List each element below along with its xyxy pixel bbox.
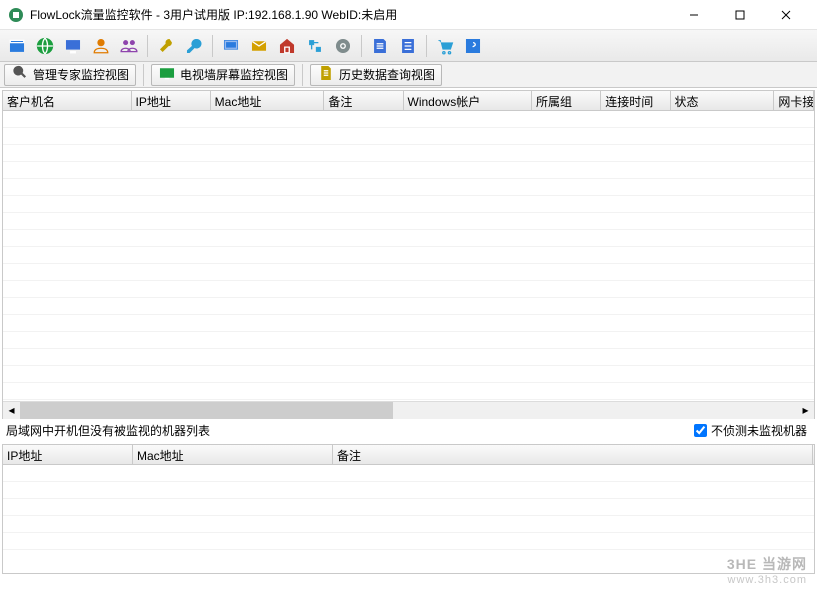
- lower-table: IP地址Mac地址备注: [2, 444, 815, 574]
- main-table-header: 客户机名IP地址Mac地址备注Windows帐户所属组连接时间状态网卡接: [3, 91, 814, 111]
- view-button-2[interactable]: 历史数据查询视图: [310, 64, 442, 86]
- close-button[interactable]: [763, 0, 809, 30]
- column-header[interactable]: Mac地址: [211, 91, 325, 110]
- table-row[interactable]: [3, 128, 814, 145]
- table-row[interactable]: [3, 499, 814, 516]
- column-header[interactable]: 备注: [324, 91, 403, 110]
- main-table: 客户机名IP地址Mac地址备注Windows帐户所属组连接时间状态网卡接 ◂ ▸: [2, 90, 815, 419]
- column-header[interactable]: 连接时间: [601, 91, 670, 110]
- table-row[interactable]: [3, 111, 814, 128]
- no-detect-checkbox-label: 不侦测未监视机器: [711, 422, 807, 439]
- titlebar: FlowLock流量监控软件 - 3用户试用版 IP:192.168.1.90 …: [0, 0, 817, 30]
- table-row[interactable]: [3, 247, 814, 264]
- no-detect-checkbox-input[interactable]: [694, 424, 707, 437]
- view-toolbar: 管理专家监控视图 电视墙屏幕监控视图 历史数据查询视图: [0, 62, 817, 88]
- view-button-label: 历史数据查询视图: [339, 66, 435, 83]
- table-row[interactable]: [3, 162, 814, 179]
- table-row[interactable]: [3, 264, 814, 281]
- scroll-right-arrow[interactable]: ▸: [797, 402, 814, 419]
- screen-icon[interactable]: [218, 33, 244, 59]
- column-header[interactable]: Mac地址: [133, 445, 333, 464]
- lower-section-header: 局域网中开机但没有被监视的机器列表 不侦测未监视机器: [0, 419, 817, 442]
- magnifier-icon: [11, 64, 29, 85]
- column-header[interactable]: 网卡接: [774, 91, 814, 110]
- column-header[interactable]: Windows帐户: [404, 91, 533, 110]
- net-icon[interactable]: [302, 33, 328, 59]
- no-detect-checkbox[interactable]: 不侦测未监视机器: [694, 422, 817, 439]
- log-icon[interactable]: [367, 33, 393, 59]
- wrench-icon[interactable]: [153, 33, 179, 59]
- scroll-left-arrow[interactable]: ◂: [3, 402, 20, 419]
- scroll-thumb[interactable]: [20, 402, 393, 419]
- view-button-1[interactable]: 电视墙屏幕监控视图: [151, 64, 295, 86]
- toolbar-separator: [212, 35, 213, 57]
- toolbar-separator: [426, 35, 427, 57]
- table-row[interactable]: [3, 196, 814, 213]
- column-header[interactable]: IP地址: [132, 91, 211, 110]
- lower-table-header: IP地址Mac地址备注: [3, 445, 814, 465]
- column-header[interactable]: 备注: [333, 445, 813, 464]
- cart-icon[interactable]: [432, 33, 458, 59]
- disc-icon[interactable]: [330, 33, 356, 59]
- table-row[interactable]: [3, 366, 814, 383]
- table-row[interactable]: [3, 213, 814, 230]
- list-icon[interactable]: [395, 33, 421, 59]
- table-row[interactable]: [3, 465, 814, 482]
- minimize-button[interactable]: [671, 0, 717, 30]
- view-button-label: 电视墙屏幕监控视图: [180, 66, 288, 83]
- table-row[interactable]: [3, 349, 814, 366]
- table-row[interactable]: [3, 482, 814, 499]
- column-header[interactable]: 所属组: [532, 91, 601, 110]
- key-icon[interactable]: [181, 33, 207, 59]
- window-title: FlowLock流量监控软件 - 3用户试用版 IP:192.168.1.90 …: [30, 6, 671, 23]
- globe-icon[interactable]: [32, 33, 58, 59]
- table-row[interactable]: [3, 298, 814, 315]
- column-header[interactable]: 客户机名: [3, 91, 132, 110]
- lower-section-label: 局域网中开机但没有被监视的机器列表: [0, 419, 216, 442]
- view-button-0[interactable]: 管理专家监控视图: [4, 64, 136, 86]
- window-icon[interactable]: [4, 33, 30, 59]
- table-row[interactable]: [3, 516, 814, 533]
- house-icon[interactable]: [274, 33, 300, 59]
- column-header[interactable]: IP地址: [3, 445, 133, 464]
- monitor-icon[interactable]: [60, 33, 86, 59]
- table-row[interactable]: [3, 383, 814, 400]
- table-row[interactable]: [3, 533, 814, 550]
- maximize-button[interactable]: [717, 0, 763, 30]
- toolbar-separator: [147, 35, 148, 57]
- horizontal-scrollbar[interactable]: ◂ ▸: [3, 401, 814, 418]
- users-icon[interactable]: [116, 33, 142, 59]
- mail-icon[interactable]: [246, 33, 272, 59]
- column-header[interactable]: 状态: [671, 91, 775, 110]
- tv-icon: [158, 64, 176, 85]
- table-row[interactable]: [3, 230, 814, 247]
- table-row[interactable]: [3, 145, 814, 162]
- table-row[interactable]: [3, 281, 814, 298]
- toolbar-separator: [361, 35, 362, 57]
- view-button-label: 管理专家监控视图: [33, 66, 129, 83]
- table-row[interactable]: [3, 179, 814, 196]
- scroll-track[interactable]: [20, 402, 797, 419]
- main-toolbar: [0, 30, 817, 62]
- table-row[interactable]: [3, 332, 814, 349]
- doc-icon: [317, 64, 335, 85]
- table-row[interactable]: [3, 315, 814, 332]
- user-icon[interactable]: [88, 33, 114, 59]
- help-icon[interactable]: [460, 33, 486, 59]
- lower-table-body[interactable]: [3, 465, 814, 573]
- app-icon: [8, 7, 24, 23]
- main-table-body[interactable]: [3, 111, 814, 401]
